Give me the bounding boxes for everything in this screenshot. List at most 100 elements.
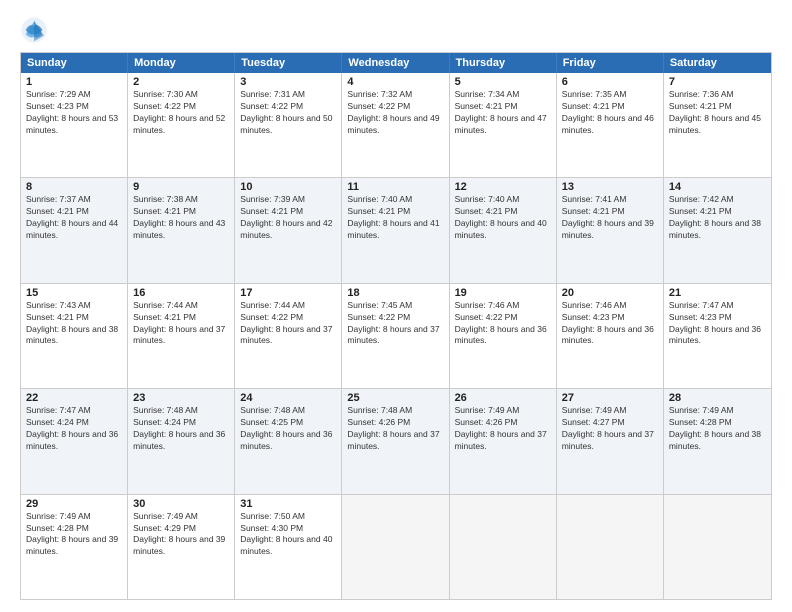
- cell-info: Sunrise: 7:46 AM Sunset: 4:23 PM Dayligh…: [562, 300, 658, 348]
- calendar-row-1: 1 Sunrise: 7:29 AM Sunset: 4:23 PM Dayli…: [21, 73, 771, 177]
- calendar-cell: 29 Sunrise: 7:49 AM Sunset: 4:28 PM Dayl…: [21, 495, 128, 599]
- day-number: 8: [26, 181, 122, 193]
- calendar-cell: [664, 495, 771, 599]
- day-number: 9: [133, 181, 229, 193]
- calendar-cell: 2 Sunrise: 7:30 AM Sunset: 4:22 PM Dayli…: [128, 73, 235, 177]
- cell-info: Sunrise: 7:34 AM Sunset: 4:21 PM Dayligh…: [455, 89, 551, 137]
- calendar-cell: 25 Sunrise: 7:48 AM Sunset: 4:26 PM Dayl…: [342, 389, 449, 493]
- day-number: 19: [455, 287, 551, 299]
- cell-info: Sunrise: 7:30 AM Sunset: 4:22 PM Dayligh…: [133, 89, 229, 137]
- day-number: 1: [26, 76, 122, 88]
- day-number: 17: [240, 287, 336, 299]
- calendar-cell: 24 Sunrise: 7:48 AM Sunset: 4:25 PM Dayl…: [235, 389, 342, 493]
- day-number: 6: [562, 76, 658, 88]
- cell-info: Sunrise: 7:49 AM Sunset: 4:26 PM Dayligh…: [455, 405, 551, 453]
- calendar-row-3: 15 Sunrise: 7:43 AM Sunset: 4:21 PM Dayl…: [21, 283, 771, 388]
- calendar-cell: [450, 495, 557, 599]
- day-number: 25: [347, 392, 443, 404]
- calendar-cell: 7 Sunrise: 7:36 AM Sunset: 4:21 PM Dayli…: [664, 73, 771, 177]
- day-number: 27: [562, 392, 658, 404]
- cell-info: Sunrise: 7:40 AM Sunset: 4:21 PM Dayligh…: [347, 194, 443, 242]
- calendar-cell: 16 Sunrise: 7:44 AM Sunset: 4:21 PM Dayl…: [128, 284, 235, 388]
- calendar-row-4: 22 Sunrise: 7:47 AM Sunset: 4:24 PM Dayl…: [21, 388, 771, 493]
- calendar-cell: 10 Sunrise: 7:39 AM Sunset: 4:21 PM Dayl…: [235, 178, 342, 282]
- cell-info: Sunrise: 7:50 AM Sunset: 4:30 PM Dayligh…: [240, 511, 336, 559]
- header-day-sunday: Sunday: [21, 53, 128, 73]
- calendar: SundayMondayTuesdayWednesdayThursdayFrid…: [20, 52, 772, 600]
- day-number: 20: [562, 287, 658, 299]
- calendar-cell: 17 Sunrise: 7:44 AM Sunset: 4:22 PM Dayl…: [235, 284, 342, 388]
- day-number: 4: [347, 76, 443, 88]
- calendar-cell: 21 Sunrise: 7:47 AM Sunset: 4:23 PM Dayl…: [664, 284, 771, 388]
- day-number: 2: [133, 76, 229, 88]
- cell-info: Sunrise: 7:42 AM Sunset: 4:21 PM Dayligh…: [669, 194, 766, 242]
- day-number: 30: [133, 498, 229, 510]
- header-day-wednesday: Wednesday: [342, 53, 449, 73]
- cell-info: Sunrise: 7:44 AM Sunset: 4:22 PM Dayligh…: [240, 300, 336, 348]
- day-number: 26: [455, 392, 551, 404]
- cell-info: Sunrise: 7:39 AM Sunset: 4:21 PM Dayligh…: [240, 194, 336, 242]
- calendar-cell: 22 Sunrise: 7:47 AM Sunset: 4:24 PM Dayl…: [21, 389, 128, 493]
- day-number: 16: [133, 287, 229, 299]
- calendar-cell: [342, 495, 449, 599]
- day-number: 14: [669, 181, 766, 193]
- calendar-cell: 15 Sunrise: 7:43 AM Sunset: 4:21 PM Dayl…: [21, 284, 128, 388]
- cell-info: Sunrise: 7:36 AM Sunset: 4:21 PM Dayligh…: [669, 89, 766, 137]
- header-day-tuesday: Tuesday: [235, 53, 342, 73]
- calendar-body: 1 Sunrise: 7:29 AM Sunset: 4:23 PM Dayli…: [21, 73, 771, 599]
- header-day-saturday: Saturday: [664, 53, 771, 73]
- header-day-thursday: Thursday: [450, 53, 557, 73]
- day-number: 24: [240, 392, 336, 404]
- header-day-friday: Friday: [557, 53, 664, 73]
- cell-info: Sunrise: 7:49 AM Sunset: 4:29 PM Dayligh…: [133, 511, 229, 559]
- header-day-monday: Monday: [128, 53, 235, 73]
- cell-info: Sunrise: 7:48 AM Sunset: 4:24 PM Dayligh…: [133, 405, 229, 453]
- cell-info: Sunrise: 7:46 AM Sunset: 4:22 PM Dayligh…: [455, 300, 551, 348]
- calendar-cell: 28 Sunrise: 7:49 AM Sunset: 4:28 PM Dayl…: [664, 389, 771, 493]
- calendar-cell: 13 Sunrise: 7:41 AM Sunset: 4:21 PM Dayl…: [557, 178, 664, 282]
- calendar-cell: 26 Sunrise: 7:49 AM Sunset: 4:26 PM Dayl…: [450, 389, 557, 493]
- day-number: 12: [455, 181, 551, 193]
- header: [20, 16, 772, 44]
- day-number: 15: [26, 287, 122, 299]
- cell-info: Sunrise: 7:35 AM Sunset: 4:21 PM Dayligh…: [562, 89, 658, 137]
- day-number: 22: [26, 392, 122, 404]
- day-number: 31: [240, 498, 336, 510]
- calendar-cell: [557, 495, 664, 599]
- cell-info: Sunrise: 7:49 AM Sunset: 4:28 PM Dayligh…: [26, 511, 122, 559]
- cell-info: Sunrise: 7:31 AM Sunset: 4:22 PM Dayligh…: [240, 89, 336, 137]
- calendar-cell: 18 Sunrise: 7:45 AM Sunset: 4:22 PM Dayl…: [342, 284, 449, 388]
- day-number: 7: [669, 76, 766, 88]
- day-number: 11: [347, 181, 443, 193]
- cell-info: Sunrise: 7:44 AM Sunset: 4:21 PM Dayligh…: [133, 300, 229, 348]
- calendar-header: SundayMondayTuesdayWednesdayThursdayFrid…: [21, 53, 771, 73]
- day-number: 18: [347, 287, 443, 299]
- calendar-cell: 14 Sunrise: 7:42 AM Sunset: 4:21 PM Dayl…: [664, 178, 771, 282]
- day-number: 29: [26, 498, 122, 510]
- calendar-cell: 4 Sunrise: 7:32 AM Sunset: 4:22 PM Dayli…: [342, 73, 449, 177]
- calendar-cell: 5 Sunrise: 7:34 AM Sunset: 4:21 PM Dayli…: [450, 73, 557, 177]
- cell-info: Sunrise: 7:47 AM Sunset: 4:24 PM Dayligh…: [26, 405, 122, 453]
- cell-info: Sunrise: 7:48 AM Sunset: 4:26 PM Dayligh…: [347, 405, 443, 453]
- cell-info: Sunrise: 7:37 AM Sunset: 4:21 PM Dayligh…: [26, 194, 122, 242]
- logo: [20, 16, 54, 44]
- day-number: 3: [240, 76, 336, 88]
- calendar-cell: 31 Sunrise: 7:50 AM Sunset: 4:30 PM Dayl…: [235, 495, 342, 599]
- day-number: 21: [669, 287, 766, 299]
- calendar-row-2: 8 Sunrise: 7:37 AM Sunset: 4:21 PM Dayli…: [21, 177, 771, 282]
- cell-info: Sunrise: 7:49 AM Sunset: 4:27 PM Dayligh…: [562, 405, 658, 453]
- calendar-cell: 6 Sunrise: 7:35 AM Sunset: 4:21 PM Dayli…: [557, 73, 664, 177]
- calendar-cell: 8 Sunrise: 7:37 AM Sunset: 4:21 PM Dayli…: [21, 178, 128, 282]
- calendar-cell: 9 Sunrise: 7:38 AM Sunset: 4:21 PM Dayli…: [128, 178, 235, 282]
- calendar-cell: 30 Sunrise: 7:49 AM Sunset: 4:29 PM Dayl…: [128, 495, 235, 599]
- calendar-row-5: 29 Sunrise: 7:49 AM Sunset: 4:28 PM Dayl…: [21, 494, 771, 599]
- cell-info: Sunrise: 7:48 AM Sunset: 4:25 PM Dayligh…: [240, 405, 336, 453]
- calendar-cell: 3 Sunrise: 7:31 AM Sunset: 4:22 PM Dayli…: [235, 73, 342, 177]
- logo-icon: [20, 16, 48, 44]
- page: SundayMondayTuesdayWednesdayThursdayFrid…: [0, 0, 792, 612]
- calendar-cell: 19 Sunrise: 7:46 AM Sunset: 4:22 PM Dayl…: [450, 284, 557, 388]
- cell-info: Sunrise: 7:40 AM Sunset: 4:21 PM Dayligh…: [455, 194, 551, 242]
- cell-info: Sunrise: 7:41 AM Sunset: 4:21 PM Dayligh…: [562, 194, 658, 242]
- day-number: 10: [240, 181, 336, 193]
- cell-info: Sunrise: 7:47 AM Sunset: 4:23 PM Dayligh…: [669, 300, 766, 348]
